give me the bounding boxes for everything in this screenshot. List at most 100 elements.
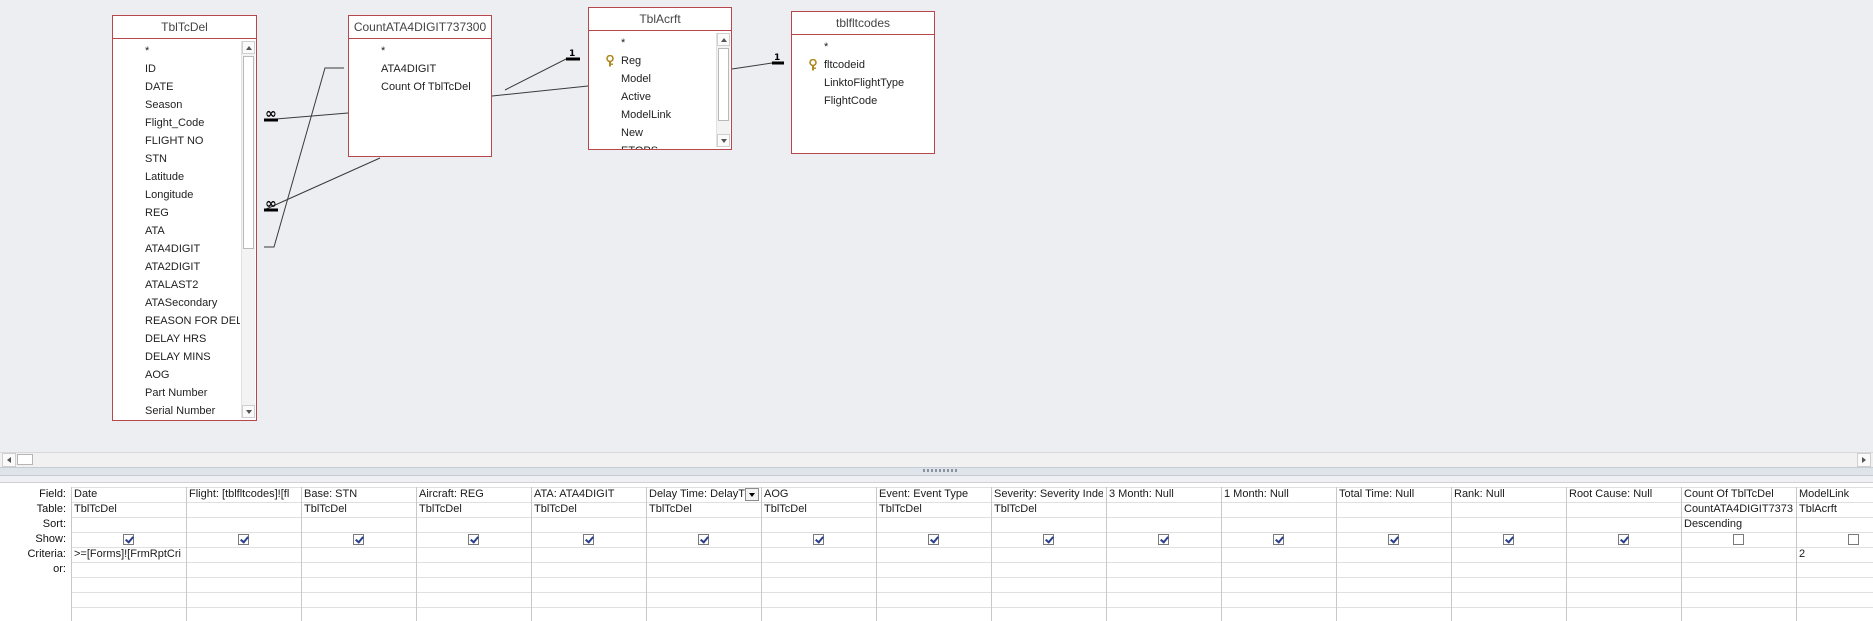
grid-cell-table[interactable]: TblTcDel (419, 502, 528, 517)
show-checkbox[interactable] (697, 534, 709, 545)
show-checkbox[interactable] (812, 534, 824, 545)
grid-cell-field[interactable]: Aircraft: REG (419, 487, 528, 502)
grid-cell-table[interactable]: TblTcDel (879, 502, 988, 517)
grid-cell-criteria[interactable] (419, 547, 528, 562)
grid-cell-field[interactable]: ModelLink (1799, 487, 1873, 502)
grid-cell-sort[interactable] (304, 517, 413, 532)
grid-cell-or[interactable] (994, 562, 1103, 577)
grid-cell-criteria[interactable]: 2 (1799, 547, 1873, 562)
show-checkbox[interactable] (467, 534, 479, 545)
scroll-thumb[interactable] (17, 454, 33, 465)
grid-cell-table[interactable] (1569, 502, 1678, 517)
show-checkbox[interactable] (1272, 534, 1284, 545)
diagram-horizontal-scrollbar[interactable] (0, 452, 1873, 467)
grid-cell-field[interactable]: Rank: Null (1454, 487, 1563, 502)
show-checkbox[interactable] (1617, 534, 1629, 545)
grid-cell-field[interactable]: Delay Time: DelayT (649, 487, 758, 502)
show-checkbox[interactable] (1847, 534, 1859, 545)
grid-cell-field[interactable]: AOG (764, 487, 873, 502)
grid-cell-sort[interactable] (1339, 517, 1448, 532)
field-item[interactable]: FlightCode (824, 95, 877, 107)
show-checkbox[interactable] (237, 534, 249, 545)
grid-column-divider[interactable] (301, 487, 302, 621)
grid-cell-field[interactable]: 1 Month: Null (1224, 487, 1333, 502)
show-checkbox[interactable] (122, 534, 134, 545)
grid-cell-sort[interactable] (764, 517, 873, 532)
grid-cell-criteria[interactable] (994, 547, 1103, 562)
grid-cell-field[interactable]: Base: STN (304, 487, 413, 502)
field-item[interactable]: * (824, 41, 828, 53)
grid-cell-sort[interactable] (1109, 517, 1218, 532)
grid-cell-or[interactable] (764, 562, 873, 577)
scroll-down-arrow-icon[interactable] (242, 405, 255, 418)
grid-cell-criteria[interactable] (764, 547, 873, 562)
field-item[interactable]: ATALAST2 (145, 279, 198, 291)
field-item[interactable]: Season (145, 99, 182, 111)
field-item[interactable]: AOG (145, 369, 169, 381)
show-checkbox[interactable] (582, 534, 594, 545)
grid-cell-field[interactable]: 3 Month: Null (1109, 487, 1218, 502)
grid-column-divider[interactable] (416, 487, 417, 621)
grid-column-divider[interactable] (1796, 487, 1797, 621)
field-item[interactable]: Reg (621, 55, 641, 67)
grid-column-divider[interactable] (876, 487, 877, 621)
field-item[interactable]: FLIGHT NO (145, 135, 203, 147)
show-checkbox[interactable] (1502, 534, 1514, 545)
show-checkbox[interactable] (352, 534, 364, 545)
grid-cell-table[interactable]: TblTcDel (649, 502, 758, 517)
grid-cell-table[interactable] (1454, 502, 1563, 517)
vertical-scrollbar[interactable] (241, 41, 255, 418)
grid-cell-sort[interactable] (419, 517, 528, 532)
grid-cell-sort[interactable] (1799, 517, 1873, 532)
grid-cell-field[interactable]: Root Cause: Null (1569, 487, 1678, 502)
grid-cell-table[interactable] (1224, 502, 1333, 517)
field-item[interactable]: ATA (145, 225, 165, 237)
scroll-down-arrow-icon[interactable] (717, 134, 730, 147)
grid-column-divider[interactable] (71, 487, 72, 621)
grid-cell-or[interactable] (189, 562, 298, 577)
grid-cell-field[interactable]: Total Time: Null (1339, 487, 1448, 502)
grid-cell-table[interactable]: CountATA4DIGIT737300 (1684, 502, 1793, 517)
field-dropdown-arrow-icon[interactable] (745, 488, 759, 501)
scroll-right-arrow-icon[interactable] (1857, 453, 1871, 467)
vertical-scrollbar[interactable] (716, 33, 730, 147)
show-checkbox[interactable] (927, 534, 939, 545)
grid-cell-table[interactable] (1109, 502, 1218, 517)
show-checkbox[interactable] (1387, 534, 1399, 545)
grid-column-divider[interactable] (186, 487, 187, 621)
grid-cell-or[interactable] (534, 562, 643, 577)
grid-cell-field[interactable]: ATA: ATA4DIGIT (534, 487, 643, 502)
grid-cell-criteria[interactable] (879, 547, 988, 562)
grid-cell-or[interactable] (1109, 562, 1218, 577)
table-countata4digit737300[interactable]: CountATA4DIGIT737300 * ATA4DIGIT Count Of … (348, 15, 492, 157)
grid-cell-criteria[interactable] (1454, 547, 1563, 562)
grid-cell-criteria[interactable] (534, 547, 643, 562)
field-item[interactable]: * (145, 45, 149, 57)
field-item[interactable]: ModelLink (621, 109, 671, 121)
field-item[interactable]: REG (145, 207, 169, 219)
grid-cell-sort[interactable] (879, 517, 988, 532)
grid-cell-or[interactable] (1339, 562, 1448, 577)
grid-cell-or[interactable] (1224, 562, 1333, 577)
pane-splitter[interactable] (0, 467, 1873, 476)
scroll-left-arrow-icon[interactable] (2, 453, 16, 467)
grid-cell-criteria[interactable] (1569, 547, 1678, 562)
field-item[interactable]: ATA2DIGIT (145, 261, 200, 273)
field-item[interactable]: LinktoFlightType (824, 77, 904, 89)
show-checkbox[interactable] (1732, 534, 1744, 545)
field-item[interactable]: Part Number (145, 387, 207, 399)
field-item[interactable]: STN (145, 153, 167, 165)
grid-cell-sort[interactable] (1224, 517, 1333, 532)
grid-cell-sort[interactable] (1569, 517, 1678, 532)
grid-cell-table[interactable] (1339, 502, 1448, 517)
grid-column-divider[interactable] (1221, 487, 1222, 621)
field-item[interactable]: ETOPS (621, 145, 658, 149)
field-item[interactable]: ATA4DIGIT (381, 63, 436, 75)
grid-cell-table[interactable]: TblTcDel (304, 502, 413, 517)
grid-cell-sort[interactable] (189, 517, 298, 532)
grid-column-divider[interactable] (1681, 487, 1682, 621)
scroll-thumb[interactable] (718, 48, 729, 121)
grid-cell-table[interactable]: TblTcDel (994, 502, 1103, 517)
grid-column-divider[interactable] (1451, 487, 1452, 621)
table-tblfltcodes[interactable]: tblfltcodes * fltcodeid LinktoFlightType Fl… (791, 11, 935, 154)
